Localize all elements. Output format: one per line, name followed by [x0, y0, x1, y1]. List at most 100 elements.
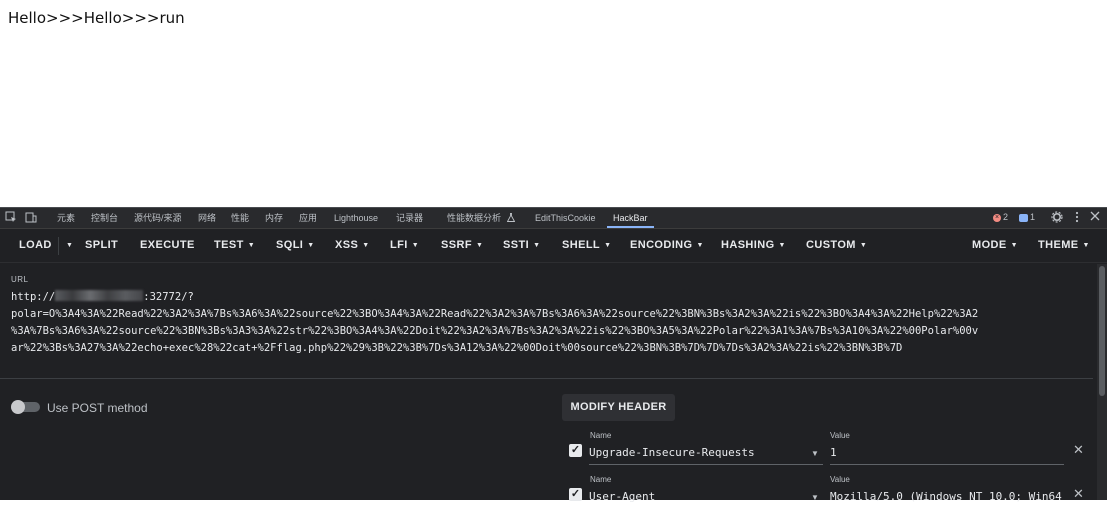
lfi-menu-button[interactable]: LFI ▼ [390, 229, 419, 262]
load-button[interactable]: LOAD [19, 229, 52, 262]
execute-button[interactable]: EXECUTE [140, 229, 195, 262]
tab-console[interactable]: 控制台 [91, 208, 118, 228]
chevron-down-icon: ▼ [859, 242, 868, 249]
inspect-element-icon[interactable] [4, 211, 18, 225]
theme-menu-button[interactable]: THEME ▼ [1038, 229, 1090, 262]
vertical-scrollbar[interactable] [1097, 264, 1107, 500]
mode-menu-button[interactable]: MODE ▼ [972, 229, 1018, 262]
flask-icon [506, 212, 515, 223]
error-icon: × [993, 213, 1001, 222]
chevron-down-icon: ▼ [811, 449, 819, 458]
web-page-area: Hello>>>Hello>>>run [0, 0, 1107, 207]
chevron-down-icon: ▼ [811, 493, 819, 502]
tab-sources[interactable]: 源代码/来源 [134, 208, 182, 228]
ssrf-label: SSRF [441, 239, 472, 251]
sqli-menu-button[interactable]: SQLI ▼ [276, 229, 315, 262]
header-name-label: Name [590, 431, 612, 440]
split-button[interactable]: SPLIT [85, 229, 118, 262]
ssti-menu-button[interactable]: SSTI ▼ [503, 229, 540, 262]
url-textarea[interactable]: http:// :32772/? polar=O%3A4%3A%22Read%22… [11, 289, 1091, 357]
devtools-panel: 元素 控制台 源代码/来源 网络 性能 内存 应用 Lighthouse 记录器… [0, 207, 1107, 503]
chevron-down-icon: ▼ [362, 242, 370, 249]
custom-label: CUSTOM [806, 239, 856, 251]
url-line-3: %3A%7Bs%3A6%3A%22source%22%3BN%3Bs%3A3%3… [11, 325, 979, 337]
message-count: 1 [1030, 212, 1036, 222]
tab-hackbar[interactable]: HackBar [607, 208, 653, 228]
chevron-down-icon: ▼ [475, 242, 484, 249]
error-count: 2 [1003, 212, 1009, 222]
chevron-down-icon: ▼ [247, 242, 256, 249]
tab-application[interactable]: 应用 [299, 208, 317, 228]
header-value-label: Value [830, 431, 850, 440]
chevron-down-icon: ▼ [1010, 242, 1018, 249]
tab-performance[interactable]: 性能 [231, 208, 249, 228]
header-value-input[interactable]: 1 [830, 446, 1062, 459]
tab-network[interactable]: 网络 [198, 208, 216, 228]
mode-label: MODE [972, 239, 1007, 251]
page-output-text: Hello>>>Hello>>>run [8, 9, 185, 27]
ssrf-menu-button[interactable]: SSRF ▼ [441, 229, 483, 262]
xss-label: XSS [335, 239, 359, 251]
load-divider [58, 237, 59, 255]
load-dropdown-caret-icon[interactable]: ▼ [62, 229, 73, 262]
chevron-down-icon: ▼ [778, 242, 786, 249]
message-icon [1019, 213, 1028, 222]
scrollbar-thumb[interactable] [1099, 266, 1105, 396]
remove-header-icon[interactable]: ✕ [1073, 442, 1084, 458]
section-divider [0, 378, 1093, 379]
header-name-select[interactable]: Upgrade-Insecure-Requests [589, 446, 799, 459]
url-field-label: URL [11, 275, 29, 284]
chevron-down-icon: ▼ [411, 242, 420, 249]
close-devtools-icon[interactable] [1088, 211, 1102, 225]
test-menu-button[interactable]: TEST ▼ [214, 229, 255, 262]
tab-recorder[interactable]: 记录器 [396, 208, 423, 228]
post-method-toggle[interactable] [11, 400, 40, 414]
xss-menu-button[interactable]: XSS ▼ [335, 229, 370, 262]
url-line-2: polar=O%3A4%3A%22Read%22%3A2%3A%7Bs%3A6%… [11, 308, 979, 320]
url-prefix: http:// [11, 291, 56, 303]
header-name-underline [589, 464, 823, 465]
modify-header-button[interactable]: MODIFY HEADER [562, 394, 675, 421]
chevron-down-icon: ▼ [1082, 242, 1090, 249]
header-name-label: Name [590, 475, 612, 484]
tab-lighthouse[interactable]: Lighthouse [334, 208, 378, 228]
devtools-tab-bar: 元素 控制台 源代码/来源 网络 性能 内存 应用 Lighthouse 记录器… [0, 207, 1107, 229]
header-row: ✓ Name Upgrade-Insecure-Requests ▼ Value… [562, 428, 1092, 468]
chevron-down-icon: ▼ [696, 242, 704, 249]
url-port-path: :32772/? [143, 291, 194, 303]
device-toolbar-icon[interactable] [24, 211, 38, 225]
header-name-select[interactable]: User-Agent [589, 490, 799, 503]
hashing-label: HASHING [721, 239, 775, 251]
shell-menu-button[interactable]: SHELL ▼ [562, 229, 611, 262]
tab-performance-insights-label: 性能数据分析 [447, 213, 502, 223]
tab-performance-insights[interactable]: 性能数据分析 [447, 208, 515, 228]
url-line-1: http:// :32772/? [11, 289, 1091, 306]
error-count-badge[interactable]: × 2 [993, 212, 1008, 222]
redacted-host [55, 290, 144, 301]
lfi-label: LFI [390, 239, 408, 251]
url-line-4: ar%22%3Bs%3A27%3A%22echo+exec%28%22cat+%… [11, 342, 903, 354]
header-value-label: Value [830, 475, 850, 484]
gear-icon[interactable] [1050, 211, 1064, 225]
hackbar-toolbar: LOAD ▼ SPLIT EXECUTE TEST ▼ SQLI ▼ XSS ▼ LF… [0, 229, 1107, 263]
encoding-label: ENCODING [630, 239, 693, 251]
ssti-label: SSTI [503, 239, 530, 251]
tab-elements[interactable]: 元素 [57, 208, 75, 228]
header-enabled-checkbox[interactable]: ✓ [569, 444, 582, 457]
tab-editthiscookie[interactable]: EditThisCookie [535, 208, 596, 228]
header-value-underline [830, 464, 1064, 465]
tab-memory[interactable]: 内存 [265, 208, 283, 228]
test-label: TEST [214, 239, 244, 251]
hashing-menu-button[interactable]: HASHING ▼ [721, 229, 786, 262]
sqli-label: SQLI [276, 239, 304, 251]
encoding-menu-button[interactable]: ENCODING ▼ [630, 229, 704, 262]
header-enabled-checkbox[interactable]: ✓ [569, 488, 582, 501]
header-row: ✓ Name User-Agent ▼ Value Mozilla/5.0 (W… [562, 472, 1092, 512]
more-options-icon[interactable] [1070, 211, 1084, 225]
post-method-label: Use POST method [47, 401, 148, 415]
custom-menu-button[interactable]: CUSTOM ▼ [806, 229, 867, 262]
header-value-input[interactable]: Mozilla/5.0 (Windows NT 10.0; Win64; x64… [830, 490, 1064, 503]
chevron-down-icon: ▼ [604, 242, 612, 249]
message-count-badge[interactable]: 1 [1019, 212, 1035, 222]
chevron-down-icon: ▼ [533, 242, 541, 249]
